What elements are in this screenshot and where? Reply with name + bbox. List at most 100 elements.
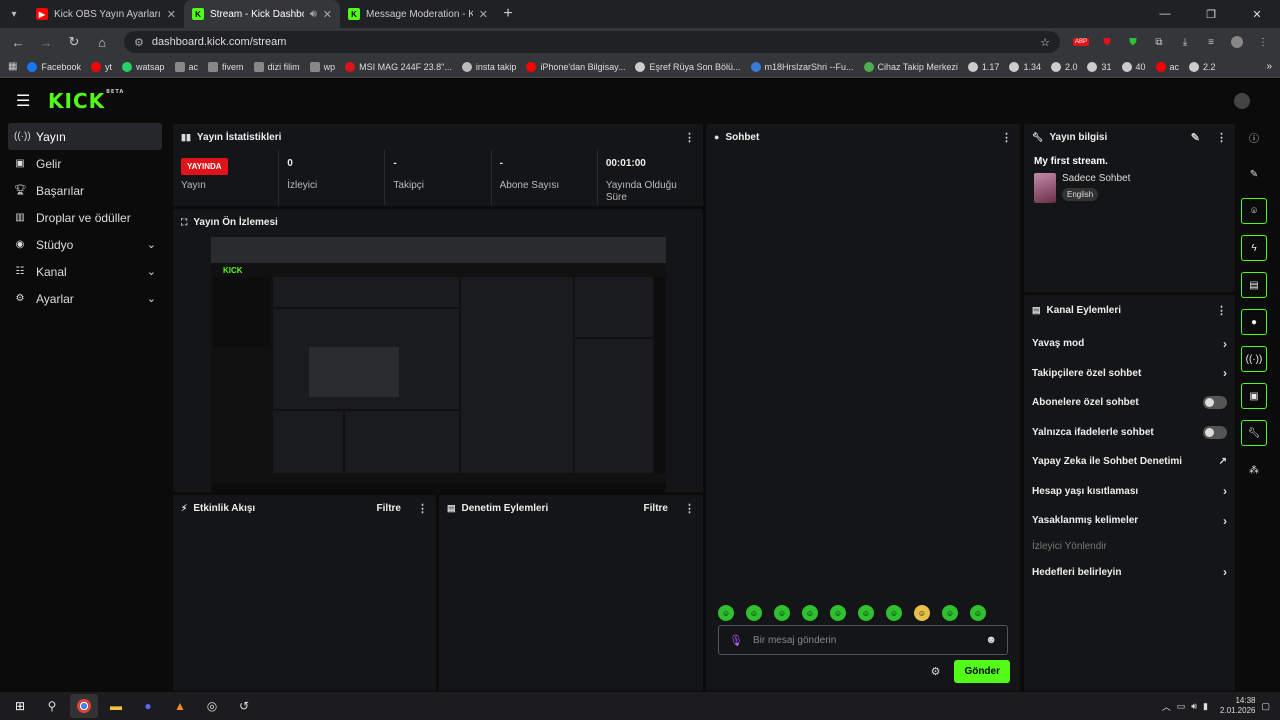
emote-icon[interactable]: ☺ [802, 605, 818, 621]
app-icon[interactable]: ↺ [230, 694, 258, 718]
bookmark[interactable]: fivem [208, 61, 244, 72]
moderation-icon[interactable]: ▣ [1241, 383, 1267, 409]
bookmark[interactable]: m18HrsIzarShri --Fu... [750, 61, 854, 72]
notifications-icon[interactable]: ▢ [1261, 701, 1270, 712]
media-icon[interactable]: ≡ [1200, 31, 1222, 53]
bookmark[interactable]: watsap [122, 61, 165, 72]
reload-icon[interactable]: ↻ [62, 30, 86, 54]
obs-icon[interactable]: ◎ [198, 694, 226, 718]
connections-icon[interactable]: ⁂ [1241, 457, 1267, 483]
filter-button[interactable]: Filtre [644, 503, 668, 514]
restore-icon[interactable]: ❐ [1188, 0, 1234, 28]
action-followers-only[interactable]: Takipçilere özel sohbet › [1024, 359, 1235, 389]
bookmark[interactable]: yt [90, 61, 112, 72]
bookmark[interactable]: dizi filim [253, 61, 300, 72]
new-tab-button[interactable]: + [496, 5, 520, 23]
edit-icon[interactable]: ✎ [1191, 131, 1200, 144]
emote-icon[interactable]: ☺ [886, 605, 902, 621]
close-tab-icon[interactable]: ✕ [479, 8, 488, 21]
app-icon[interactable]: ▲ [166, 694, 194, 718]
more-options-icon[interactable]: ⋮ [684, 131, 695, 144]
home-icon[interactable]: ⌂ [90, 30, 114, 54]
sidebar-item-gelir[interactable]: ▣ Gelir [8, 150, 162, 177]
adblock-icon[interactable]: ABP [1070, 31, 1092, 53]
menu-icon[interactable]: ☰ [16, 91, 34, 111]
broadcast-icon[interactable]: ((·)) [1241, 346, 1267, 372]
browser-tab-1[interactable]: ▶ Kick OBS Yayın Ayarları Nasıl Ya ✕ [28, 0, 184, 28]
back-icon[interactable]: ← [6, 30, 30, 54]
emote-icon[interactable]: ☺ [914, 605, 930, 621]
action-ai-moderation[interactable]: Yapay Zeka ile Sohbet Denetimi ↗ [1024, 447, 1235, 477]
subscribers-only-toggle[interactable] [1203, 396, 1227, 410]
more-options-icon[interactable]: ⋮ [1216, 304, 1227, 317]
more-options-icon[interactable]: ⋮ [1001, 131, 1012, 144]
windows-start-icon[interactable]: ⊞ [6, 694, 34, 718]
edit-icon[interactable]: ✎ [1241, 161, 1267, 187]
profile-icon[interactable] [1226, 31, 1248, 53]
minimize-icon[interactable]: — [1142, 0, 1188, 28]
send-button[interactable]: Gönder [954, 660, 1010, 683]
chat-bubble-icon[interactable]: ● [1241, 309, 1267, 335]
bookmark[interactable]: 40 [1121, 61, 1146, 72]
close-tab-icon[interactable]: ✕ [323, 8, 332, 21]
close-window-icon[interactable]: ✕ [1234, 0, 1280, 28]
bookmark[interactable]: iPhone'dan Bilgisay... [526, 61, 625, 72]
bookmark[interactable]: ac [1155, 61, 1179, 72]
document-icon[interactable]: ▤ [1241, 272, 1267, 298]
sidebar-item-yayin[interactable]: ((·)) Yayın [8, 123, 162, 150]
sidebar-item-kanal[interactable]: ☷ Kanal ⌄ [8, 258, 162, 285]
more-options-icon[interactable]: ⋮ [684, 502, 695, 515]
emoji-icon[interactable]: ☻ [985, 634, 997, 646]
emote-icon[interactable]: ☺ [858, 605, 874, 621]
chat-message-input[interactable]: 🎙︎ Bir mesaj gönderin ☻ [718, 625, 1008, 655]
sidebar-item-basarilar[interactable]: 🏆︎ Başarılar [8, 177, 162, 204]
emotes-only-toggle[interactable] [1203, 425, 1227, 439]
action-slow-mode[interactable]: Yavaş mod › [1024, 329, 1235, 359]
sidebar-item-droplar[interactable]: ▥ Droplar ve ödüller [8, 204, 162, 231]
tab-search-icon[interactable]: ▾ [0, 0, 28, 28]
bookmark[interactable]: insta takip [461, 61, 516, 72]
file-explorer-icon[interactable]: ▬ [102, 694, 130, 718]
action-account-age[interactable]: Hesap yaşı kısıtlaması › [1024, 477, 1235, 507]
bookmark[interactable]: 1.34 [1009, 61, 1041, 72]
chrome-icon[interactable] [70, 694, 98, 718]
site-info-icon[interactable]: ⚙ [134, 36, 144, 49]
vpn-icon[interactable]: ⛊ [1122, 31, 1144, 53]
bookmark[interactable]: 2.0 [1050, 61, 1077, 72]
emote-icon[interactable]: ☺ [718, 605, 734, 621]
clock[interactable]: 14:38 2.01.2026 [1220, 696, 1256, 716]
bookmark[interactable]: Facebook [27, 61, 81, 72]
emote-icon[interactable]: ☺ [746, 605, 762, 621]
close-tab-icon[interactable]: ✕ [167, 8, 176, 21]
bookmark[interactable]: 1.17 [967, 61, 999, 72]
url-field[interactable]: ⚙ dashboard.kick.com/stream ☆ [124, 31, 1060, 53]
emote-icon[interactable]: ☺ [970, 605, 986, 621]
bookmark[interactable]: 2.2 [1189, 61, 1216, 72]
browser-menu-icon[interactable]: ⋮ [1252, 31, 1274, 53]
emote-icon[interactable]: ☺ [942, 605, 958, 621]
chat-settings-icon[interactable]: ⚙ [931, 665, 941, 678]
action-set-goals[interactable]: Hedefleri belirleyin › [1024, 558, 1235, 588]
user-avatar[interactable] [1234, 93, 1250, 109]
bookmark[interactable]: Eşref Rüya Son Bölü... [635, 61, 741, 72]
volume-icon[interactable]: 🔊︎ [1191, 701, 1197, 712]
microphone-icon[interactable]: 🎙︎ [729, 634, 743, 647]
stream-preview-video[interactable]: KICK [211, 237, 666, 493]
chevron-up-icon[interactable]: ︿ [1162, 700, 1171, 713]
more-bookmarks-icon[interactable]: » [1266, 61, 1272, 72]
capture-icon[interactable]: ⌾ [1241, 198, 1267, 224]
bookmark[interactable]: Cihaz Takip Merkezi [863, 61, 958, 72]
lightning-icon[interactable]: ϟ [1241, 235, 1267, 261]
extensions-icon[interactable]: ⧉ [1148, 31, 1170, 53]
more-options-icon[interactable]: ⋮ [1216, 131, 1227, 144]
emote-icon[interactable]: ☺ [774, 605, 790, 621]
shield-icon[interactable]: ⛊ [1096, 31, 1118, 53]
wrench-icon[interactable]: 🔧︎ [1241, 420, 1267, 446]
speaker-icon[interactable]: 🔊︎ [310, 8, 317, 21]
network-icon[interactable]: ▭ [1177, 701, 1186, 712]
filter-button[interactable]: Filtre [377, 503, 401, 514]
kick-logo[interactable]: KICKBETA [48, 89, 124, 113]
battery-icon[interactable]: ▮ [1203, 701, 1208, 712]
action-banned-words[interactable]: Yasaklanmış kelimeler › [1024, 506, 1235, 536]
browser-tab-2[interactable]: K Stream - Kick Dashboard 🔊︎ ✕ [184, 0, 340, 28]
